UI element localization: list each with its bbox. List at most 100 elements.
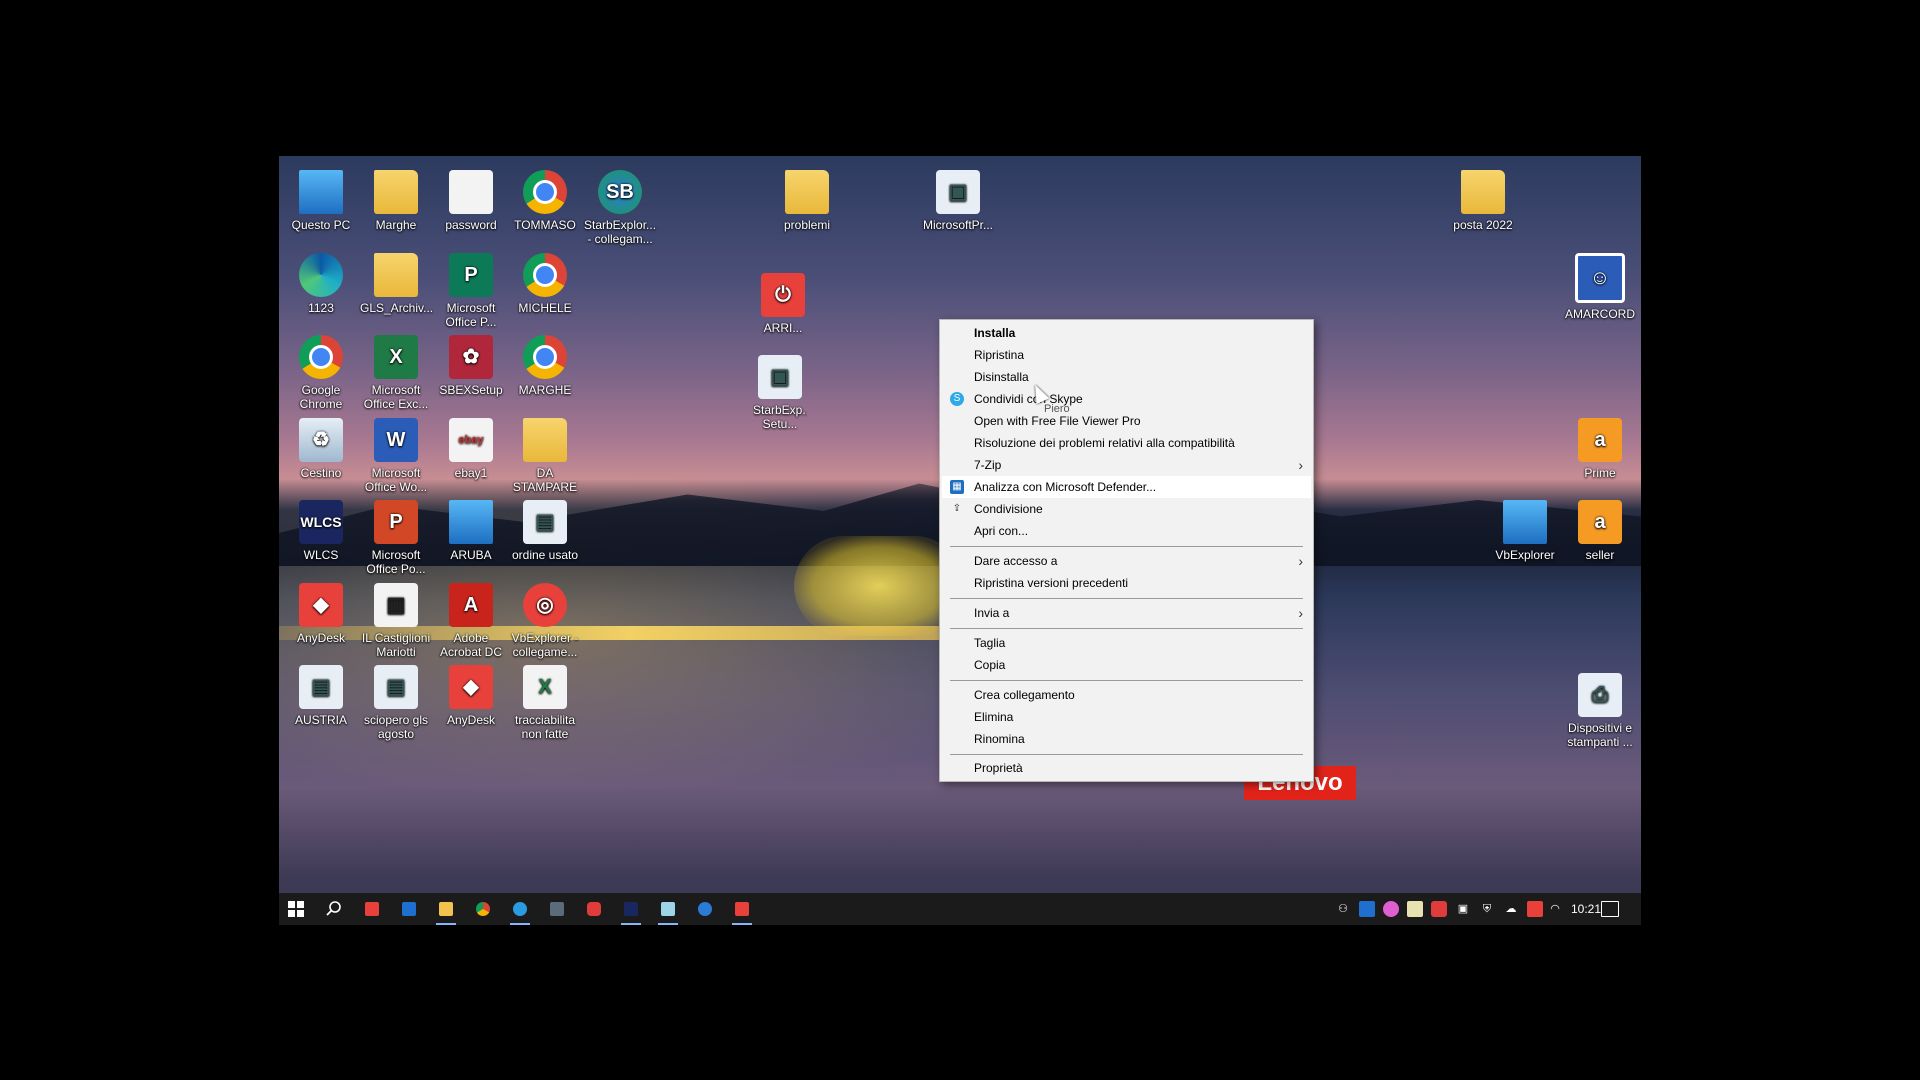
computer-icon [299,170,343,214]
desktop-icon-ordine-usato[interactable]: ▤ ordine usato [509,494,581,562]
wlcs-icon: WLCS [299,500,343,544]
menu-item-7zip[interactable]: 7-Zip › [940,454,1313,476]
desktop-icon-dispositivi[interactable]: ⎙ Dispositivi e stampanti ... [1564,667,1636,749]
desktop-icon-marghe-chrome[interactable]: MARGHE [509,329,581,397]
menu-item-invia-a[interactable]: Invia a › [940,602,1313,624]
desktop-icon-prime[interactable]: a Prime [1564,412,1636,480]
menu-item-defender[interactable]: ▦ Analizza con Microsoft Defender... [942,476,1311,498]
taskbar-chrome-icon[interactable] [471,897,495,921]
desktop-icon-sciopero[interactable]: ▤ sciopero gls agosto [360,659,432,741]
desktop-icon-vbexplorer[interactable]: VbExplorer [1489,494,1561,562]
desktop-icon-google-chrome[interactable]: Google Chrome [285,329,357,411]
desktop-icon-starbexp-setup[interactable]: ▣ StarbExp... Setu... [753,349,807,431]
desktop-icon-arri[interactable]: ⏻ ARRI... [759,267,807,335]
desktop-icon-1123[interactable]: 1123 [285,247,357,315]
desktop-icon-tommaso[interactable]: TOMMASO [509,164,581,232]
taskbar-notepad-icon[interactable] [656,897,680,925]
windows-start-icon[interactable] [284,897,308,921]
desktop-icon-austria[interactable]: ▤ AUSTRIA [285,659,357,727]
desktop-icon-il-castiglioni[interactable]: ▥ IL Castiglioni Mariotti [360,577,432,659]
menu-item-dare-accesso-label: Dare accesso a [974,554,1058,568]
desktop-icon-cestino[interactable]: ♻ Cestino [285,412,357,480]
power-app-icon: ⏻ [761,273,805,317]
desktop-icon-wlcs[interactable]: WLCS WLCS [285,494,357,562]
tray-app-icon[interactable] [1431,901,1447,917]
menu-item-proprieta[interactable]: Proprietà [940,757,1313,779]
taskbar-anydesk-running-icon[interactable] [730,897,754,925]
onedrive-icon[interactable]: ☁ [1503,901,1519,917]
desktop-icon-sbexsetup[interactable]: ✿ SBEXSetup [435,329,507,397]
desktop-icon-problemi[interactable]: problemi [771,164,843,232]
taskbar-file-explorer-icon[interactable] [434,897,458,925]
desktop-icon-anydesk-1[interactable]: ◆ AnyDesk [285,577,357,645]
desktop-icon-aruba[interactable]: ARUBA [435,494,507,562]
desktop-icon-posta-2022[interactable]: posta 2022 [1447,164,1519,232]
taskbar-anydesk-icon[interactable] [360,897,384,921]
tray-display-icon[interactable]: ▣ [1455,901,1471,917]
taskbar-wlcs-icon[interactable] [619,897,643,925]
desktop-icon-da-stampare[interactable]: DA STAMPARE [509,412,581,494]
taskbar-outlook-icon[interactable] [397,897,421,921]
taskbar: ⚇ ▣ ⛨ ☁ ◠ 10:21 [279,893,1641,925]
desktop-icon-word[interactable]: W Microsoft Office Wo... [360,412,432,494]
tray-security-icon[interactable]: ⛨ [1479,901,1495,917]
menu-item-copia[interactable]: Copia [940,654,1313,676]
chrome-profile-icon [523,335,567,379]
desktop-icon-gls-archiv[interactable]: GLS_Archiv... [360,247,433,315]
taskbar-red-app-icon[interactable] [582,897,606,921]
menu-item-ripristina-versioni[interactable]: Ripristina versioni precedenti [940,572,1313,594]
desktop-icon-amarcord[interactable]: ☺ AMARCORD [1564,247,1636,321]
desktop-icon-starbexplorer-shortcut[interactable]: SB StarbExplor... - collegam... [584,164,656,246]
desktop-icon-acrobat[interactable]: A Adobe Acrobat DC [435,577,507,659]
desktop-icon-marghe-folder[interactable]: Marghe [360,164,432,232]
notification-center-icon[interactable] [1601,901,1619,917]
menu-separator [950,546,1303,547]
desktop-icon-powerpoint[interactable]: P Microsoft Office Po... [360,494,432,576]
menu-item-condivisione-label: Condivisione [974,502,1043,516]
menu-item-dare-accesso[interactable]: Dare accesso a › [940,550,1313,572]
menu-item-condivisione[interactable]: ⇪ Condivisione [940,498,1313,520]
desktop-icon-vbexplorer-shortcut[interactable]: ◎ VbExplorer - collegame... [509,577,581,659]
tray-app-icon[interactable] [1359,901,1375,917]
tray-anydesk-icon[interactable] [1527,901,1543,917]
taskbar-internet-explorer-icon[interactable] [508,897,532,925]
menu-item-compatibility[interactable]: Risoluzione dei problemi relativi alla c… [940,432,1313,454]
menu-item-elimina[interactable]: Elimina [940,706,1313,728]
taskbar-calculator-icon[interactable] [545,897,569,921]
menu-item-free-file-viewer[interactable]: Open with Free File Viewer Pro [940,410,1313,432]
vbexplorer-icon [1503,500,1547,544]
desktop-icon-password[interactable]: password [435,164,507,232]
menu-item-installa[interactable]: Installa [940,322,1313,344]
desktop-icon-seller[interactable]: a seller [1564,494,1636,562]
menu-item-taglia[interactable]: Taglia [940,632,1313,654]
clock[interactable]: 10:21 [1571,893,1601,925]
recycle-bin-icon: ♻ [299,418,343,462]
tray-app-icon[interactable] [1383,901,1399,917]
menu-separator [950,754,1303,755]
vbexplorer-shortcut-icon: ◎ [523,583,567,627]
desktop-icon-publisher[interactable]: P Microsoft Office P... [435,247,507,329]
wifi-icon[interactable]: ◠ [1547,901,1563,917]
search-icon[interactable] [322,897,346,921]
anydesk-icon: ◆ [299,583,343,627]
desktop-icon-microsoftpr[interactable]: ▣ MicrosoftPr... [922,164,994,232]
menu-item-crea-collegamento[interactable]: Crea collegamento [940,684,1313,706]
app-icon: ☺ [1575,253,1625,303]
tray-notes-icon[interactable] [1407,901,1423,917]
menu-item-apri-con[interactable]: Apri con... [940,520,1313,542]
desktop-icon-questo-pc[interactable]: Questo PC [285,164,357,232]
menu-item-rinomina[interactable]: Rinomina [940,728,1313,750]
desktop-icon-michele[interactable]: MICHELE [509,247,581,315]
desktop-icon-ebay1[interactable]: ebay ebay1 [435,412,507,480]
menu-item-skype[interactable]: S Condividi con Skype [940,388,1313,410]
web-shortcut-icon: ▤ [299,665,343,709]
taskbar-sb-icon[interactable] [693,897,717,921]
menu-item-ripristina[interactable]: Ripristina [940,344,1313,366]
desktop-icon-excel[interactable]: X Microsoft Office Exc... [360,329,432,411]
folder-icon [374,170,418,214]
desktop-icon-anydesk-2[interactable]: ◆ AnyDesk [435,659,507,727]
people-icon[interactable]: ⚇ [1335,901,1351,917]
desktop-icon-tracciabilita[interactable]: X tracciabilita non fatte [509,659,581,741]
menu-item-disinstalla[interactable]: Disinstalla [940,366,1313,388]
amazon-icon: a [1578,500,1622,544]
